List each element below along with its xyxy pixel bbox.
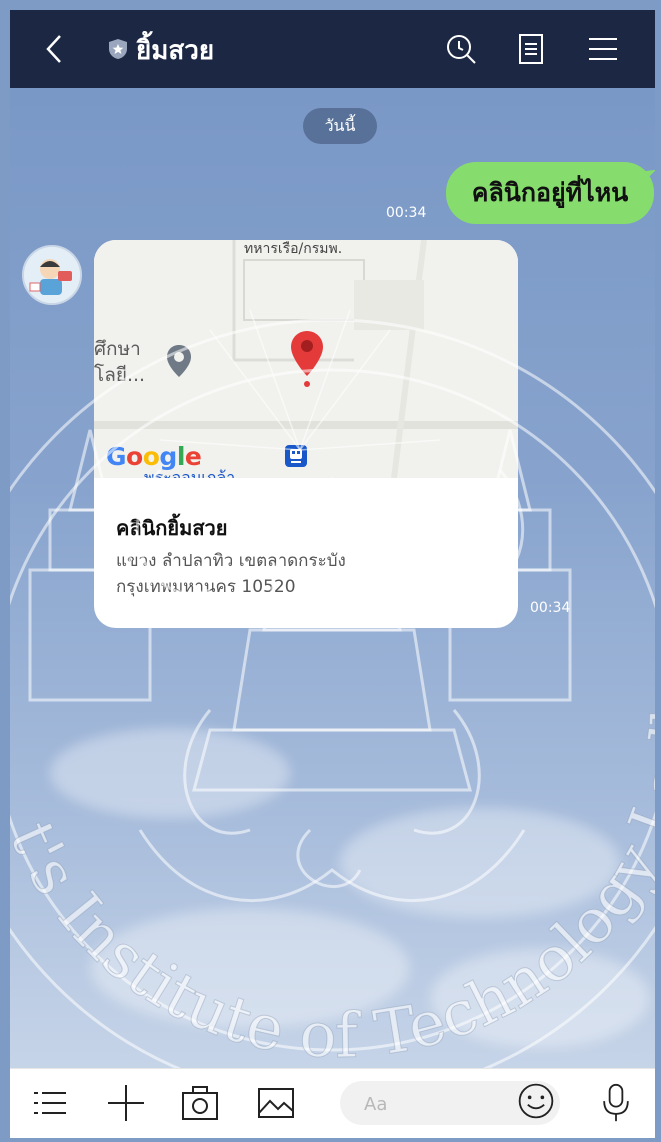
location-address: แขวง ลำปลาทิว เขตลาดกระบัง กรุงเทพมหานคร… — [116, 548, 416, 600]
date-separator: วันนี้ — [303, 108, 377, 144]
avatar[interactable] — [22, 245, 82, 305]
shield-icon — [109, 39, 127, 59]
map-label-partial: ทหารเรือ/กรมพ. — [244, 241, 343, 257]
notes-icon[interactable] — [512, 30, 550, 68]
plus-icon[interactable] — [106, 1083, 146, 1123]
address-line: แขวง ลำปลาทิว เขตลาดกระบัง — [116, 551, 346, 571]
location-message-card[interactable]: ทหารเรือ/กรมพ. ศึกษา โลยี... Google พระจ… — [94, 240, 518, 628]
image-icon[interactable] — [256, 1083, 296, 1123]
outgoing-message-bubble[interactable]: คลินิกอยู่ที่ไหน — [446, 162, 654, 224]
map-station-label: พระจอมเกล้า — [144, 468, 236, 478]
message-composer — [10, 1068, 655, 1138]
list-icon[interactable] — [30, 1083, 70, 1123]
search-icon[interactable] — [442, 30, 480, 68]
back-icon[interactable] — [38, 32, 72, 66]
train-icon — [285, 445, 307, 467]
location-title: คลินิกยิ้มสวย — [116, 516, 228, 540]
emoji-icon[interactable] — [516, 1081, 556, 1121]
bubble-tail-icon — [634, 170, 655, 190]
microphone-icon[interactable] — [596, 1083, 636, 1123]
camera-icon[interactable] — [180, 1083, 220, 1123]
grey-pin-icon — [167, 345, 191, 377]
message-time: 00:34 — [386, 205, 427, 221]
address-line: กรุงเทพมหานคร 10520 — [116, 577, 296, 597]
location-pin-icon — [291, 331, 323, 387]
message-time: 00:34 — [530, 600, 571, 616]
menu-icon[interactable] — [584, 30, 622, 68]
chat-header: ยิ้มสวย — [10, 10, 655, 88]
map-place-label: ศึกษา โลยี... — [94, 338, 146, 386]
avatar-cartoon-icon — [24, 247, 80, 303]
map-preview[interactable]: ทหารเรือ/กรมพ. ศึกษา โลยี... Google พระจ… — [94, 240, 518, 478]
chat-title: ยิ้มสวย — [136, 36, 215, 66]
chat-screen: ยิ้มสวย วันนี้ 00:34 คลินิกอยู่ที่ไหน ทห… — [10, 10, 655, 1138]
